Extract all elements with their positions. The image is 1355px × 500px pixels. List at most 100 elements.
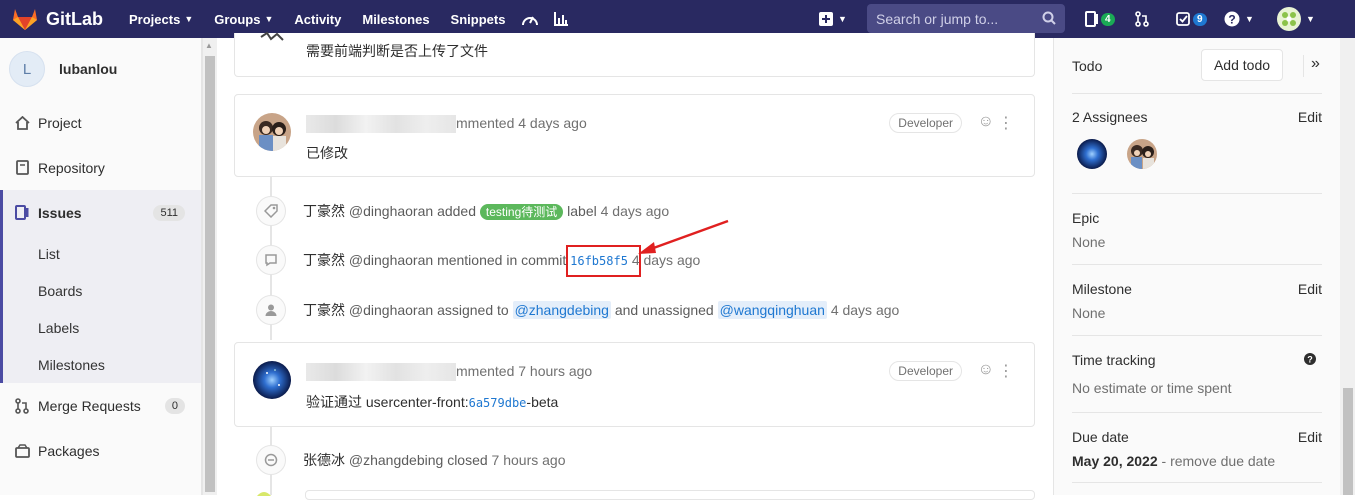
sidebar-item-repository[interactable]: Repository (0, 145, 201, 190)
sidebar-item-label: Issues (38, 204, 82, 221)
nav-milestones[interactable]: Milestones (362, 12, 429, 27)
system-note-text: 丁豪然 @dinghaoran added testing待测试 label 4… (303, 201, 669, 221)
sidebar-item-packages[interactable]: Packages (0, 428, 201, 473)
note-time[interactable]: 4 days ago (601, 203, 670, 219)
commit-link[interactable]: 6a579dbe (469, 396, 527, 410)
note-handle[interactable]: @zhangdebing (349, 452, 443, 468)
add-todo-button[interactable]: Add todo (1201, 49, 1283, 81)
note-handle[interactable]: @dinghaoran (349, 252, 433, 268)
merge-request-icon (14, 397, 30, 414)
assignee-avatar[interactable] (1077, 139, 1107, 169)
note-body-suffix: -beta (526, 394, 559, 410)
note-action: assigned to (437, 302, 509, 318)
comment-form-edge (305, 490, 1035, 500)
more-actions-icon[interactable]: ⋮ (998, 113, 1014, 133)
sidebar-item-label: Packages (38, 442, 100, 459)
gitlab-logo-icon (13, 9, 37, 30)
note-author[interactable]: 丁豪然 (303, 203, 345, 219)
assignees-section: 2 Assignees Edit (1072, 94, 1322, 194)
note-time[interactable]: 4 days ago (518, 115, 587, 131)
milestone-section: Milestone Edit None (1072, 265, 1322, 336)
chevron-down-icon: ▼ (838, 14, 847, 24)
epic-value: None (1072, 234, 1106, 250)
due-date-edit-link[interactable]: Edit (1298, 429, 1322, 445)
time-tracking-value: No estimate or time spent (1072, 380, 1232, 396)
note-action: mmented (456, 115, 515, 131)
gitlab-home-link[interactable]: GitLab (12, 7, 103, 31)
sidebar-item-issues[interactable]: Issues 511 (0, 190, 201, 235)
dashboard-gauge-icon[interactable] (521, 11, 539, 27)
user-mention[interactable]: @zhangdebing (512, 301, 611, 319)
note-handle[interactable]: @dinghaoran (349, 302, 433, 318)
note-time[interactable]: 7 hours ago (492, 452, 566, 468)
user-avatar-icon (260, 31, 284, 41)
user-avatar[interactable] (253, 113, 291, 151)
plus-square-icon (819, 12, 833, 26)
user-menu[interactable]: ▼ (1277, 0, 1315, 38)
help-dropdown[interactable]: ? ▼ (1224, 0, 1254, 38)
assignee-avatar[interactable] (1127, 139, 1157, 169)
todos-count-badge: 9 (1193, 12, 1207, 26)
remove-due-date-link[interactable]: - remove due date (1162, 453, 1276, 469)
due-date-row: May 20, 2022 - remove due date (1072, 453, 1275, 469)
note-card: 需要前端判断是否上传了文件 (234, 31, 1035, 77)
book-icon (14, 160, 30, 176)
search-placeholder: Search or jump to... (876, 10, 999, 27)
home-icon (14, 115, 30, 131)
chart-icon[interactable] (553, 11, 569, 27)
sidebar-subitem-boards[interactable]: Boards (3, 272, 201, 309)
note-author[interactable]: 丁豪然 (303, 302, 345, 318)
page-scrollbar-thumb[interactable] (1343, 388, 1353, 495)
sidebar-subitem-list[interactable]: List (3, 235, 201, 272)
note-time[interactable]: 4 days ago (831, 302, 900, 318)
nav-groups-label: Groups (214, 11, 261, 27)
project-name: lubanlou (59, 61, 118, 77)
sidebar-item-project[interactable]: Project (0, 100, 201, 145)
note-card: mmented 4 days ago Developer ☺ ⋮ 已修改 (234, 94, 1035, 177)
epic-section: Epic None (1072, 194, 1322, 265)
note-action: added (437, 203, 476, 219)
project-header[interactable]: L lubanlou (0, 38, 201, 100)
note-handle[interactable]: @dinghaoran (349, 203, 433, 219)
note-author[interactable]: 丁豪然 (303, 252, 345, 268)
note-action-mid: and unassigned (614, 302, 714, 318)
system-note-text: 丁豪然 @dinghaoran assigned to @zhangdebing… (303, 300, 899, 320)
smiley-icon[interactable]: ☺ (978, 361, 994, 379)
due-date-title: Due date (1072, 429, 1129, 445)
nav-projects[interactable]: Projects ▼ (129, 12, 193, 27)
nav-snippets[interactable]: Snippets (451, 12, 506, 27)
sidebar-subitem-milestones[interactable]: Milestones (3, 346, 201, 383)
search-icon (1042, 11, 1056, 28)
help-icon[interactable]: ? (1304, 352, 1316, 368)
note-action-rest: label (567, 203, 597, 219)
user-avatar[interactable] (253, 361, 291, 399)
sidebar-item-label: Project (38, 114, 82, 131)
user-mention[interactable]: @wangqinghuan (717, 301, 827, 319)
sidebar-scrollbar-thumb[interactable] (205, 56, 215, 492)
smiley-icon[interactable]: ☺ (978, 113, 994, 131)
note-author[interactable]: 张德冰 (303, 452, 345, 468)
nav-groups[interactable]: Groups ▼ (214, 12, 273, 27)
nav-activity[interactable]: Activity (294, 12, 341, 27)
more-actions-icon[interactable]: ⋮ (998, 361, 1014, 381)
collapse-sidebar-icon[interactable]: » (1311, 55, 1320, 73)
merge-requests-shortcut[interactable] (1135, 0, 1149, 38)
issues-count-badge: 4 (1101, 12, 1115, 26)
note-action: mmented (456, 363, 515, 379)
chevron-down-icon: ▼ (1245, 14, 1254, 24)
issues-shortcut[interactable]: 4 (1085, 0, 1115, 38)
note-time[interactable]: 7 hours ago (518, 363, 592, 379)
note-body: 已修改 (306, 145, 348, 161)
label-badge[interactable]: testing待测试 (479, 204, 564, 220)
svg-text:?: ? (1228, 13, 1235, 27)
assignees-edit-link[interactable]: Edit (1298, 109, 1322, 125)
merge-requests-count-badge: 0 (164, 397, 185, 414)
sidebar-subitem-labels[interactable]: Labels (3, 309, 201, 346)
search-input[interactable]: Search or jump to... (867, 4, 1065, 33)
todo-section: Todo (1072, 38, 1322, 94)
note-action: closed (447, 452, 488, 468)
scroll-up-arrow-icon[interactable]: ▲ (205, 41, 213, 50)
sidebar-item-merge-requests[interactable]: Merge Requests 0 (0, 383, 201, 428)
milestone-edit-link[interactable]: Edit (1298, 281, 1322, 297)
todos-shortcut[interactable]: 9 (1176, 0, 1207, 38)
